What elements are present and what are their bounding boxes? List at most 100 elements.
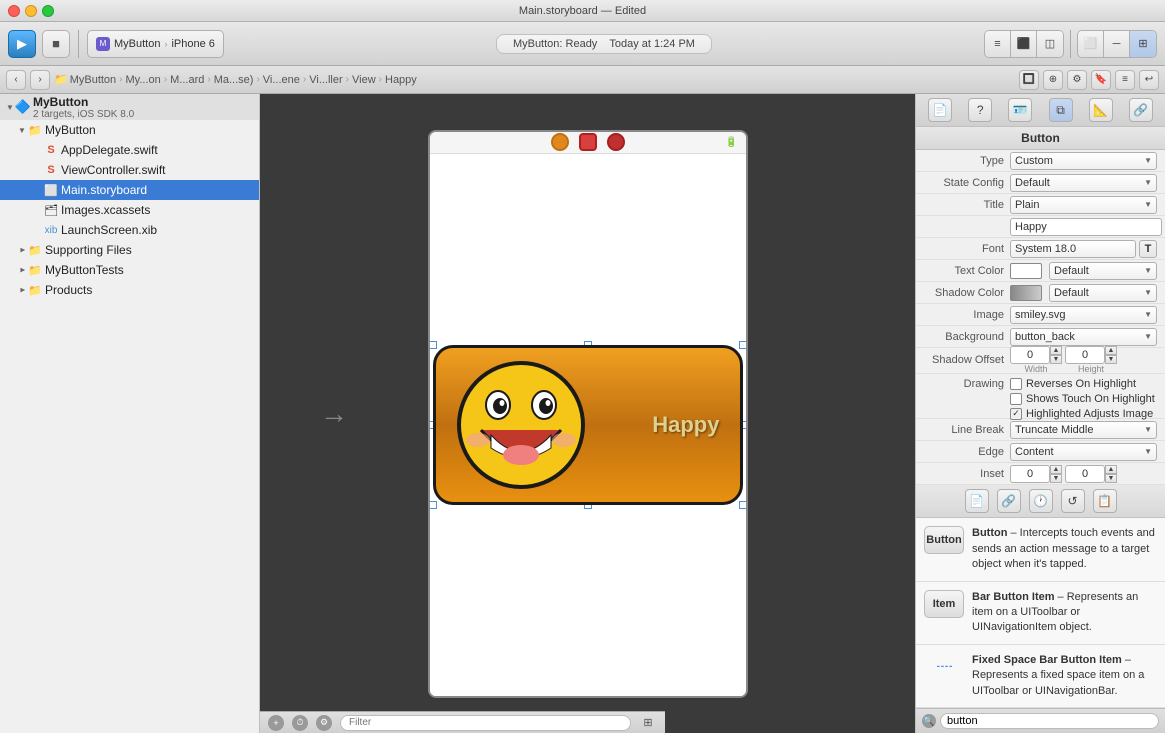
timer-icon[interactable]: ⏱: [292, 715, 308, 731]
filter-button[interactable]: ≡: [1115, 70, 1135, 90]
bookmark-button[interactable]: 🔖: [1091, 70, 1111, 90]
file-inspector-tab[interactable]: 📄: [928, 98, 952, 122]
view-content: Happy: [430, 154, 746, 696]
breadcrumb-view[interactable]: View: [352, 74, 376, 86]
clipboard-icon-btn[interactable]: 📋: [1093, 489, 1117, 513]
add-file-button[interactable]: 🔲: [1019, 70, 1039, 90]
button-with-selection: Happy: [433, 345, 743, 505]
fixed-space-card-text: Fixed Space Bar Button Item – Represents…: [972, 653, 1157, 699]
file-icon-btn[interactable]: 📄: [965, 489, 989, 513]
breadcrumb-viene[interactable]: Vi...ene: [263, 74, 300, 86]
height-group: ▲ ▼ Height: [1065, 346, 1117, 374]
version-editor-btn[interactable]: ◫: [1037, 31, 1063, 57]
edge-control: Content ▼: [1010, 443, 1157, 461]
breadcrumb-sep-6: ›: [346, 74, 349, 85]
inset-right-down[interactable]: ▼: [1105, 474, 1117, 483]
image-dropdown[interactable]: smiley.svg ▼: [1010, 306, 1157, 324]
clock-icon-btn[interactable]: 🕐: [1029, 489, 1053, 513]
height-up-btn[interactable]: ▲: [1105, 346, 1117, 355]
reverses-checkbox[interactable]: [1010, 378, 1022, 390]
stop-button[interactable]: ■: [42, 30, 70, 58]
title-text-input[interactable]: [1010, 218, 1162, 236]
image-control: smiley.svg ▼: [1010, 306, 1157, 324]
height-stepper: ▲ ▼: [1105, 346, 1117, 364]
type-value: Custom: [1015, 155, 1053, 167]
panel-toggle: ⬜ ─ ⊞: [1077, 30, 1157, 58]
attributes-inspector-tab[interactable]: ⧉: [1049, 98, 1073, 122]
highlighted-checkbox[interactable]: [1010, 408, 1022, 420]
text-color-swatch[interactable]: [1010, 263, 1042, 279]
minimize-button[interactable]: [25, 5, 37, 17]
size-inspector-tab[interactable]: 📐: [1089, 98, 1113, 122]
breadcrumb-mase[interactable]: Ma...se): [214, 74, 254, 86]
add-constraint-icon[interactable]: +: [268, 715, 284, 731]
font-dropdown[interactable]: System 18.0: [1010, 240, 1136, 258]
shadow-offset-row: Shadow Offset ▲ ▼ Width: [916, 348, 1165, 374]
layout-icon[interactable]: ⊞: [639, 714, 657, 732]
shadow-height-input[interactable]: [1065, 346, 1105, 364]
fixed-space-card-icon: - - - -: [924, 653, 964, 681]
breadcrumb-mard[interactable]: M...ard: [170, 74, 204, 86]
line-break-dropdown[interactable]: Truncate Middle ▼: [1010, 421, 1157, 439]
font-T-button[interactable]: T: [1139, 240, 1157, 258]
sidebar-item-supporting-files[interactable]: ▼ 📁 Supporting Files: [0, 240, 259, 260]
inset-right-input[interactable]: [1065, 465, 1105, 483]
state-config-dropdown[interactable]: Default ▼: [1010, 174, 1157, 192]
sidebar-item-viewcontroller[interactable]: S ViewController.swift: [0, 160, 259, 180]
identity-inspector-tab[interactable]: 🪪: [1008, 98, 1032, 122]
breadcrumb-myon[interactable]: My...on: [126, 74, 161, 86]
link-icon-btn[interactable]: 🔗: [997, 489, 1021, 513]
breadcrumb-happy[interactable]: Happy: [385, 74, 417, 86]
width-down-btn[interactable]: ▼: [1050, 355, 1062, 364]
assistant-editor-btn[interactable]: ⬛: [1011, 31, 1037, 57]
shadow-offset-label: Shadow Offset: [924, 354, 1004, 366]
breadcrumb-mybutton[interactable]: 📁 MyButton: [54, 73, 116, 86]
inspector-toggle-btn[interactable]: ⊞: [1130, 31, 1156, 57]
sidebar-item-launchscreen[interactable]: xib LaunchScreen.xib: [0, 220, 259, 240]
issue-icon[interactable]: ⚙: [316, 715, 332, 731]
inset-right-up[interactable]: ▲: [1105, 465, 1117, 474]
happy-button[interactable]: Happy: [433, 345, 743, 505]
nav-forward-button[interactable]: ›: [30, 70, 50, 90]
inset-left-down[interactable]: ▼: [1050, 474, 1062, 483]
search-button[interactable]: ⚙: [1067, 70, 1087, 90]
toolbar-right: ≡ ⬛ ◫ ⬜ ─ ⊞: [984, 30, 1157, 58]
title-dropdown[interactable]: Plain ▼: [1010, 196, 1157, 214]
close-button[interactable]: [8, 5, 20, 17]
debug-toggle-btn[interactable]: ─: [1104, 31, 1130, 57]
quick-help-tab[interactable]: ?: [968, 98, 992, 122]
shadow-color-dropdown[interactable]: Default ▼: [1049, 284, 1157, 302]
edge-dropdown[interactable]: Content ▼: [1010, 443, 1157, 461]
text-color-dropdown[interactable]: Default ▼: [1049, 262, 1157, 280]
sidebar-item-mybutton-group[interactable]: ▼ 📁 MyButton: [0, 120, 259, 140]
navigator-toggle-btn[interactable]: ⬜: [1078, 31, 1104, 57]
connections-inspector-tab[interactable]: 🔗: [1129, 98, 1153, 122]
shadow-width-input[interactable]: [1010, 346, 1050, 364]
type-dropdown[interactable]: Custom ▼: [1010, 152, 1157, 170]
standard-editor-btn[interactable]: ≡: [985, 31, 1011, 57]
nav-back-button[interactable]: ‹: [6, 70, 26, 90]
window-controls: [8, 5, 54, 17]
background-dropdown[interactable]: button_back ▼: [1010, 328, 1157, 346]
run-button[interactable]: ▶: [8, 30, 36, 58]
shows-touch-checkbox[interactable]: [1010, 393, 1022, 405]
info-button[interactable]: ⊕: [1043, 70, 1063, 90]
scheme-selector[interactable]: M MyButton › iPhone 6: [87, 30, 224, 58]
back-history-button[interactable]: ↩: [1139, 70, 1159, 90]
height-down-btn[interactable]: ▼: [1105, 355, 1117, 364]
sidebar-item-mainstoryboard[interactable]: ⬜ Main.storyboard: [0, 180, 259, 200]
refresh-icon-btn[interactable]: ↺: [1061, 489, 1085, 513]
sidebar-item-mybuttontests[interactable]: ▼ 📁 MyButtonTests: [0, 260, 259, 280]
maximize-button[interactable]: [42, 5, 54, 17]
canvas-filter-input[interactable]: [340, 715, 631, 731]
sidebar-item-images[interactable]: 🗂 Images.xcassets: [0, 200, 259, 220]
sidebar-item-products[interactable]: ▼ 📁 Products: [0, 280, 259, 300]
inset-left-up[interactable]: ▲: [1050, 465, 1062, 474]
object-search-input[interactable]: [940, 713, 1159, 729]
breadcrumb-viller[interactable]: Vi...ller: [309, 74, 342, 86]
width-up-btn[interactable]: ▲: [1050, 346, 1062, 355]
inset-left-input[interactable]: [1010, 465, 1050, 483]
edge-label: Edge: [924, 446, 1004, 458]
shadow-color-swatch[interactable]: [1010, 285, 1042, 301]
sidebar-item-appdelegate[interactable]: S AppDelegate.swift: [0, 140, 259, 160]
